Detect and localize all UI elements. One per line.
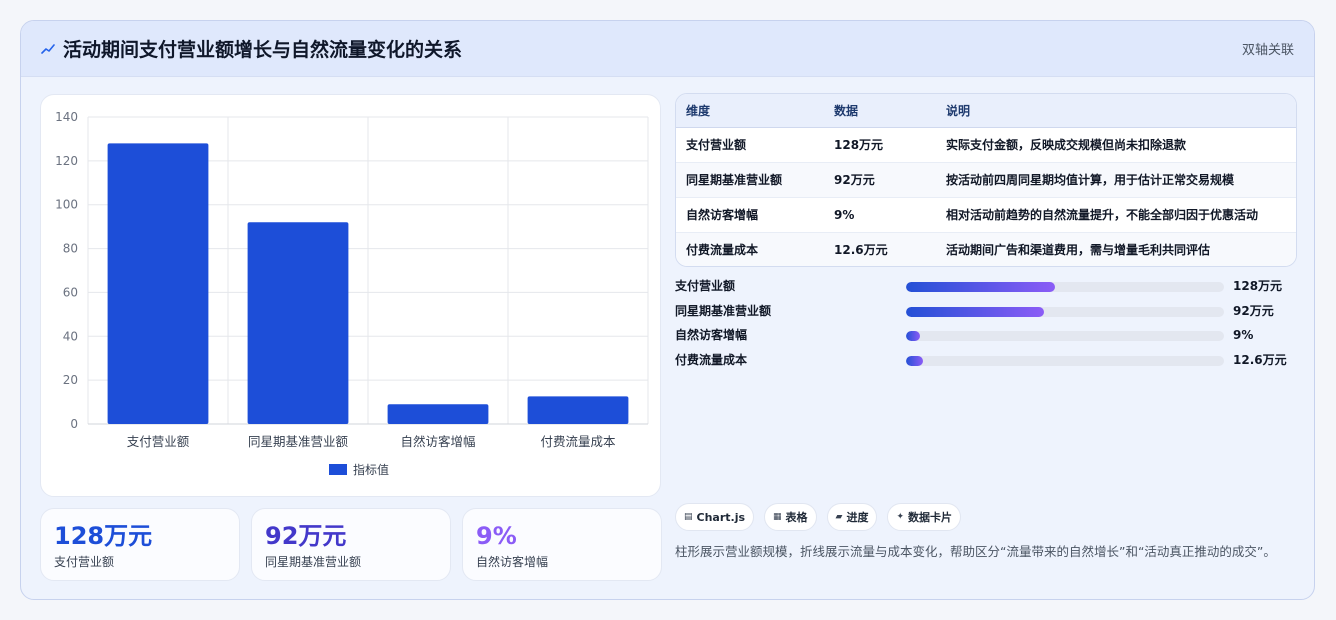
chart-note: 柱形展示营业额规模，折线展示流量与成本变化，帮助区分“流量带来的自然增长”和“活… bbox=[675, 544, 1276, 559]
y-tick-label: 80 bbox=[63, 242, 78, 256]
data-table-card: 维度 数据 说明 支付营业额 128万元 实际支付金额，反映成交规模但尚未扣除退… bbox=[675, 93, 1297, 267]
progress-fill bbox=[906, 282, 1056, 292]
chip-progress[interactable]: ▰ 进度 bbox=[826, 503, 878, 531]
y-tick-label: 140 bbox=[55, 110, 78, 124]
legend-label: 指标值 bbox=[353, 462, 389, 477]
table-cell-desc: 活动期间广告和渠道费用，需与增量毛利共同评估 bbox=[936, 232, 1296, 266]
progress-track bbox=[906, 306, 1224, 317]
bar-chart: 0 20 40 60 80 100 120 140 支付营业额 同星期基准营业额 自然访客增幅 付费流… bbox=[55, 110, 649, 477]
progress-value: 12.6万元 bbox=[1233, 353, 1287, 368]
kpi-card-visitors: 9% 自然访客增幅 bbox=[462, 508, 662, 581]
column-header: 数据 bbox=[824, 94, 936, 128]
table-cell-desc: 按活动前四周同星期均值计算，用于估计正常交易规模 bbox=[936, 162, 1296, 198]
page-title: 活动期间支付营业额增长与自然流量变化的关系 bbox=[63, 39, 463, 61]
kpi-card-revenue: 128万元 支付营业额 bbox=[40, 508, 240, 581]
table-cell-value: 128万元 bbox=[824, 127, 936, 163]
progress-fill bbox=[906, 356, 924, 367]
x-tick-label: 自然访客增幅 bbox=[400, 434, 475, 449]
dual-axis-tag: 双轴关联 bbox=[1241, 43, 1294, 58]
dashboard-panel: 活动期间支付营业额增长与自然流量变化的关系 双轴关联 0 20 40 60 80 100 1… bbox=[20, 20, 1315, 600]
table-cell-dimension: 自然访客增幅 bbox=[676, 197, 824, 233]
y-tick-label: 120 bbox=[55, 154, 78, 168]
chip-chartjs[interactable]: ▤ Chart.js bbox=[675, 503, 755, 531]
legend-swatch bbox=[329, 464, 347, 475]
y-tick-label: 20 bbox=[63, 373, 78, 387]
table-row: 付费流量成本 12.6万元 活动期间广告和渠道费用，需与增量毛利共同评估 bbox=[676, 232, 1296, 266]
progress-label: 付费流量成本 bbox=[675, 353, 748, 368]
kpi-value: 9% bbox=[476, 522, 517, 550]
table-cell-value: 12.6万元 bbox=[824, 232, 936, 266]
table-cell-value: 9% bbox=[824, 197, 936, 233]
chip-label: Chart.js bbox=[696, 510, 746, 524]
progress-row: 自然访客增幅 9% bbox=[675, 327, 1297, 352]
progress-track bbox=[906, 331, 1224, 342]
table-header-row: 维度 数据 说明 bbox=[676, 94, 1296, 128]
chart-icon: ▤ bbox=[684, 512, 693, 522]
x-tick-label: 付费流量成本 bbox=[540, 434, 616, 449]
column-header: 维度 bbox=[676, 94, 824, 128]
progress-label: 自然访客增幅 bbox=[675, 328, 748, 343]
progress-value: 9% bbox=[1233, 328, 1254, 343]
y-tick-label: 0 bbox=[70, 417, 78, 431]
progress-fill bbox=[906, 331, 921, 342]
data-table: 维度 数据 说明 支付营业额 128万元 实际支付金额，反映成交规模但尚未扣除退… bbox=[676, 94, 1296, 266]
kpi-card-baseline: 92万元 同星期基准营业额 bbox=[251, 508, 451, 581]
column-header: 说明 bbox=[936, 94, 1296, 128]
y-tick-label: 100 bbox=[55, 198, 78, 212]
table-cell-dimension: 支付营业额 bbox=[676, 127, 824, 163]
kpi-value: 92万元 bbox=[265, 522, 347, 550]
progress-list: 支付营业额 128万元 同星期基准营业额 92万元 自然访客增幅 9% 付费流量… bbox=[675, 278, 1297, 377]
bar bbox=[527, 396, 629, 424]
progress-value: 128万元 bbox=[1233, 279, 1283, 293]
trend-line-icon bbox=[41, 43, 55, 54]
x-tick-label: 同星期基准营业额 bbox=[248, 434, 349, 449]
bar bbox=[107, 143, 209, 425]
chip-table[interactable]: ▦ 表格 bbox=[764, 503, 817, 531]
y-tick-label: 60 bbox=[63, 285, 78, 299]
panel-header: 活动期间支付营业额增长与自然流量变化的关系 双轴关联 bbox=[21, 21, 1314, 77]
x-tick-label: 支付营业额 bbox=[127, 434, 190, 449]
bar bbox=[387, 404, 489, 424]
bar-chart-card: 0 20 40 60 80 100 120 140 支付营业额 同星期基准营业额 自然访客增幅 付费流… bbox=[40, 94, 661, 497]
table-cell-value: 92万元 bbox=[824, 162, 936, 198]
progress-track bbox=[906, 282, 1224, 292]
table-cell-desc: 实际支付金额，反映成交规模但尚未扣除退款 bbox=[936, 127, 1296, 163]
progress-row: 同星期基准营业额 92万元 bbox=[675, 303, 1297, 328]
table-row: 自然访客增幅 9% 相对活动前趋势的自然流量提升，不能全部归因于优惠活动 bbox=[676, 197, 1296, 233]
tool-chips: ▤ Chart.js ▦ 表格 ▰ 进度 ✦ 数据卡片 bbox=[675, 503, 962, 531]
bar bbox=[247, 222, 349, 424]
chip-label: 数据卡片 bbox=[908, 511, 953, 524]
progress-row: 付费流量成本 12.6万元 bbox=[675, 352, 1297, 377]
kpi-label: 同星期基准营业额 bbox=[265, 555, 362, 569]
table-row: 同星期基准营业额 92万元 按活动前四周同星期均值计算，用于估计正常交易规模 bbox=[676, 162, 1296, 198]
kpi-label: 支付营业额 bbox=[54, 555, 115, 569]
table-icon: ▦ bbox=[773, 512, 782, 522]
kpi-value: 128万元 bbox=[54, 522, 153, 550]
progress-label: 支付营业额 bbox=[675, 279, 736, 293]
chip-data-card[interactable]: ✦ 数据卡片 bbox=[887, 503, 962, 531]
progress-track bbox=[906, 356, 1224, 367]
progress-icon: ▰ bbox=[835, 512, 843, 522]
progress-label: 同星期基准营业额 bbox=[675, 303, 772, 318]
progress-row: 支付营业额 128万元 bbox=[675, 278, 1297, 303]
table-cell-dimension: 同星期基准营业额 bbox=[676, 162, 824, 198]
chip-label: 表格 bbox=[785, 511, 808, 524]
table-cell-dimension: 付费流量成本 bbox=[676, 232, 824, 266]
kpi-label: 自然访客增幅 bbox=[476, 555, 549, 569]
sparkle-icon: ✦ bbox=[896, 512, 905, 522]
chip-label: 进度 bbox=[846, 511, 869, 524]
progress-fill bbox=[906, 306, 1045, 317]
table-cell-desc: 相对活动前趋势的自然流量提升，不能全部归因于优惠活动 bbox=[936, 197, 1296, 233]
header-left: 活动期间支付营业额增长与自然流量变化的关系 bbox=[41, 35, 462, 62]
table-row: 支付营业额 128万元 实际支付金额，反映成交规模但尚未扣除退款 bbox=[676, 127, 1296, 163]
progress-value: 92万元 bbox=[1233, 303, 1274, 318]
y-tick-label: 40 bbox=[63, 329, 78, 343]
